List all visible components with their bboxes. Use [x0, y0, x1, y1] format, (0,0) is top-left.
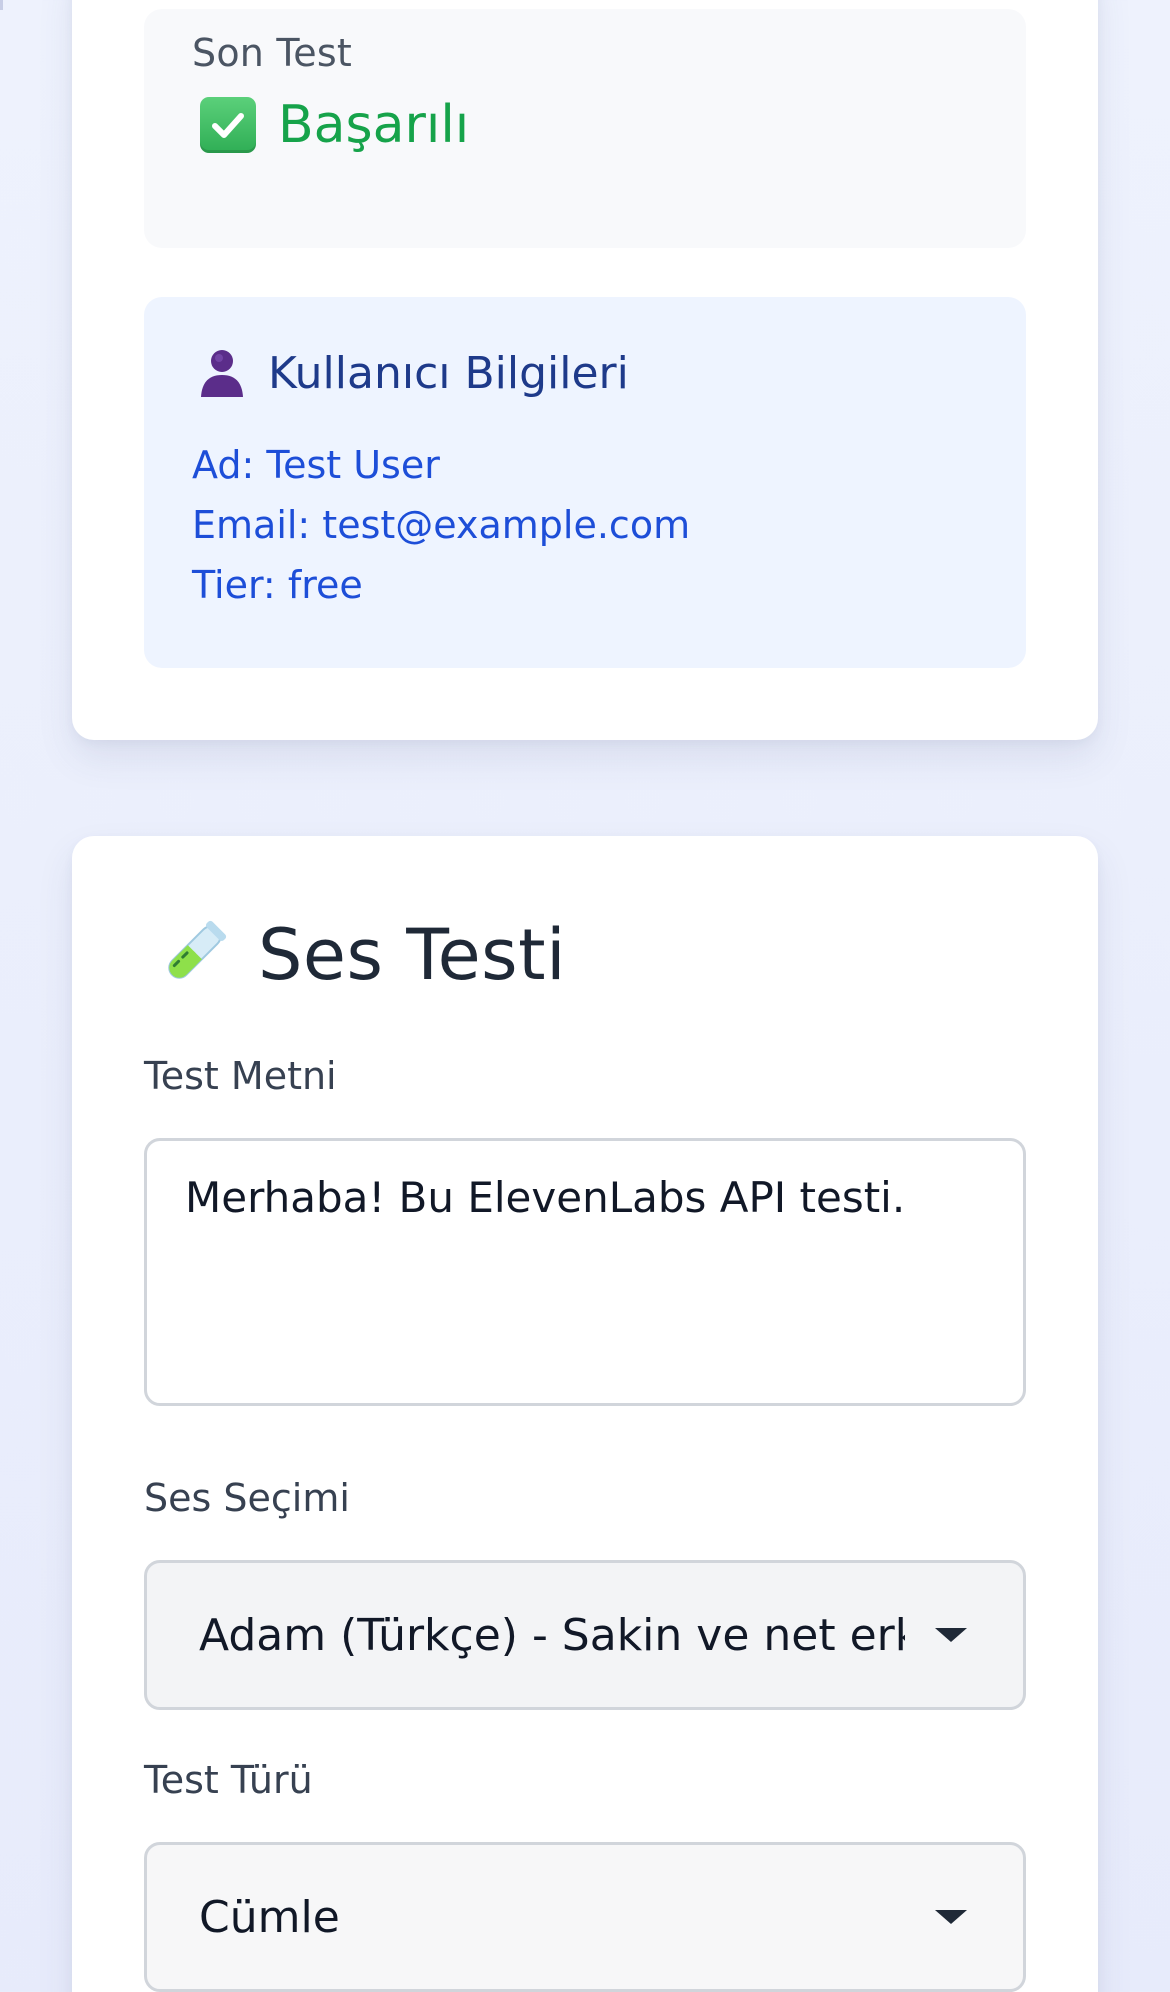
voice-select[interactable]: Adam (Türkçe) - Sakin ve net erkek sesi [144, 1560, 1026, 1710]
last-test-status: Başarılı [278, 95, 470, 155]
bust-in-silhouette-icon [201, 350, 243, 397]
voice-select-value: Adam (Türkçe) - Sakin ve net erkek sesi [199, 1609, 905, 1661]
voice-test-header: Ses Testi [154, 914, 566, 996]
last-test-label: Son Test [192, 31, 352, 75]
account-status-card: Son Test Başarılı Kullanıcı Bilgileri Ad… [72, 0, 1098, 740]
test-type-select[interactable]: Cümle [144, 1842, 1026, 1992]
test-text-label: Test Metni [144, 1054, 337, 1098]
user-email-line: Email: test@example.com [192, 503, 691, 547]
voice-test-card: Ses Testi Test Metni Merhaba! Bu ElevenL… [72, 836, 1098, 1992]
test-text-input[interactable]: Merhaba! Bu ElevenLabs API testi. [144, 1138, 1026, 1406]
user-info-box: Kullanıcı Bilgileri Ad: Test User Email:… [144, 297, 1026, 668]
test-type-label: Test Türü [144, 1758, 313, 1802]
user-info-title: Kullanıcı Bilgileri [268, 347, 629, 399]
chevron-down-icon [935, 1910, 967, 1924]
user-info-header: Kullanıcı Bilgileri [198, 347, 629, 399]
test-tube-icon [168, 920, 227, 979]
user-name-line: Ad: Test User [192, 443, 440, 487]
scroll-edge-marker [0, 0, 3, 10]
chevron-down-icon [935, 1628, 967, 1642]
check-mark-button-icon [200, 97, 256, 153]
voice-test-title: Ses Testi [258, 914, 567, 996]
last-test-box: Son Test Başarılı [144, 9, 1026, 248]
last-test-status-row: Başarılı [200, 95, 469, 155]
voice-select-label: Ses Seçimi [144, 1476, 350, 1520]
test-type-value: Cümle [199, 1891, 340, 1943]
user-tier-line: Tier: free [192, 563, 363, 607]
